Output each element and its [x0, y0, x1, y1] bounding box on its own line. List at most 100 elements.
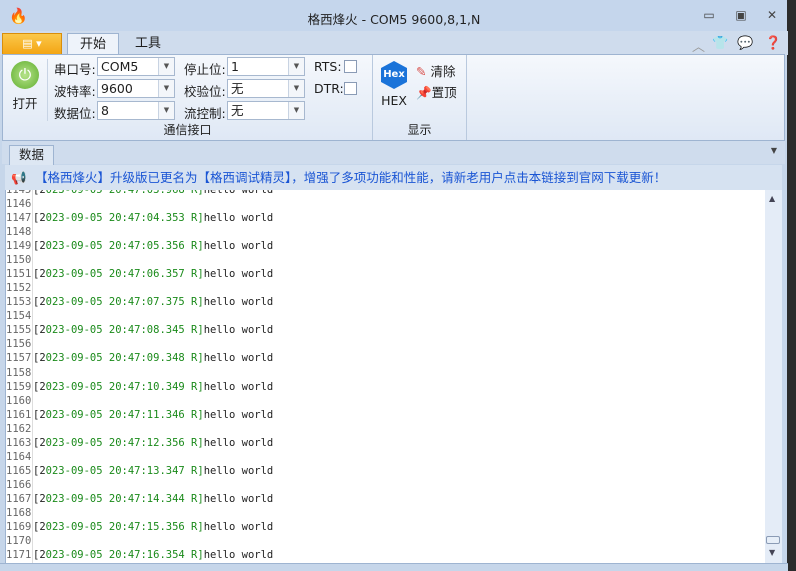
line-number: 1154 [6, 310, 32, 323]
line-number: 1169 [6, 520, 32, 533]
log-line: 1168 [6, 506, 33, 520]
window-title: 格西烽火 - COM5 9600,8,1,N [307, 12, 481, 27]
log-line: 1166 [6, 478, 33, 492]
open-label: 打开 [12, 96, 38, 111]
line-number: 1171 [6, 549, 32, 562]
dtr-checkbox[interactable] [344, 82, 357, 95]
log-timestamp: [2023-09-05 20:47:13.347 R] [33, 464, 204, 477]
log-line: 1155 [2023-09-05 20:47:08.345 R]hello wor… [6, 323, 273, 337]
line-number: 1158 [6, 366, 32, 379]
stopbits-select[interactable]: 1 ▼ [227, 57, 305, 76]
log-line: 1165 [2023-09-05 20:47:13.347 R]hello wor… [6, 464, 273, 478]
dtr-label: DTR: [314, 81, 344, 96]
hex-button[interactable]: Hex HEX [379, 61, 409, 108]
dropdown-arrow-icon[interactable]: ▼ [288, 80, 304, 97]
minimize-icon[interactable]: ▭ [701, 8, 717, 22]
scroll-down-icon[interactable]: ▼ [769, 548, 775, 557]
upgrade-notice-link[interactable]: 📢 【格西烽火】升级版已更名为【格西调试精灵】，增强了多项功能和性能，请新老用户… [5, 165, 782, 190]
log-message: hello world [203, 464, 274, 477]
port-label: 串口号: [54, 62, 96, 77]
scroll-thumb[interactable] [766, 536, 780, 544]
log-line: 1161 [2023-09-05 20:47:11.346 R]hello wor… [6, 408, 273, 422]
log-line: 1146 [6, 197, 33, 211]
clear-button[interactable]: ✎ 清除 [416, 61, 455, 80]
log-line: 1154 [6, 309, 33, 323]
display-group-label: 显示 [407, 123, 432, 137]
log-message: hello world [203, 296, 274, 309]
log-timestamp: [2023-09-05 20:47:12.356 R] [33, 436, 204, 449]
tab-start[interactable]: 开始 [67, 33, 120, 56]
log-line: 1171 [2023-09-05 20:47:16.354 R]hello wor… [6, 548, 273, 562]
help-icon[interactable]: ❓ [765, 36, 781, 51]
receive-text-area[interactable]: 1145 [2023-09-05 20:47:03.968 R]hello wor… [5, 190, 765, 563]
port-value: COM5 [101, 59, 139, 74]
ribbon-panel: ⏻ 打开 串口号: COM5 ▼ 波特率: 9600 ▼ 数据位: 8 ▼ 停止位: … [2, 54, 785, 141]
log-timestamp: [2023-09-05 20:47:15.356 R] [33, 520, 204, 533]
log-timestamp: [2023-09-05 20:47:08.345 R] [33, 324, 204, 337]
maximize-icon[interactable]: ▣ [733, 8, 749, 22]
port-select[interactable]: COM5 ▼ [97, 57, 175, 76]
databits-label: 数据位: [54, 106, 96, 121]
log-line: 1147 [2023-09-05 20:47:04.353 R]hello wor… [6, 211, 273, 225]
log-message: hello world [203, 324, 274, 337]
megaphone-icon: 📢 [11, 170, 27, 185]
pin-button[interactable]: 📌置顶 [416, 82, 457, 101]
feedback-icon[interactable]: 💬 [737, 36, 753, 51]
baud-label: 波特率: [54, 84, 96, 99]
line-number: 1160 [6, 394, 32, 407]
line-number: 1170 [6, 535, 32, 547]
close-icon[interactable]: ✕ [764, 8, 780, 22]
title-bar: 🔥 格西烽火 - COM5 9600,8,1,N ▭ ▣ ✕ [0, 0, 788, 31]
databits-select[interactable]: 8 ▼ [97, 101, 175, 120]
log-line: 1170 [6, 534, 33, 548]
hex-label: HEX [381, 93, 407, 108]
dropdown-arrow-icon[interactable]: ▼ [158, 102, 174, 119]
dropdown-arrow-icon[interactable]: ▼ [158, 80, 174, 97]
collapse-ribbon-icon[interactable]: ︿ [692, 36, 705, 55]
flow-label: 流控制: [184, 106, 226, 121]
app-menu-button[interactable]: ▤ ▾ [2, 33, 62, 55]
log-message: hello world [203, 212, 274, 225]
separator [47, 59, 48, 121]
log-line: 1167 [2023-09-05 20:47:14.344 R]hello wor… [6, 492, 273, 506]
flow-select[interactable]: 无 ▼ [227, 101, 305, 120]
log-message: hello world [203, 520, 274, 533]
rts-checkbox[interactable] [344, 60, 357, 73]
eraser-icon: ✎ [416, 64, 427, 79]
open-button[interactable]: ⏻ 打开 [7, 61, 43, 111]
log-message: hello world [203, 380, 274, 393]
log-line: 1164 [6, 450, 33, 464]
window-edge [787, 0, 796, 571]
tab-dropdown-icon[interactable]: ▼ [771, 146, 777, 155]
tab-data[interactable]: 数据 [9, 145, 55, 165]
tab-tools[interactable]: 工具 [123, 33, 173, 56]
log-timestamp: [2023-09-05 20:47:06.357 R] [33, 268, 204, 281]
hex-icon: Hex [381, 61, 407, 89]
clear-label: 清除 [430, 64, 456, 79]
log-message: hello world [203, 408, 274, 421]
line-number: 1157 [6, 352, 32, 365]
log-line: 1160 [6, 394, 33, 408]
power-icon: ⏻ [11, 61, 39, 89]
dropdown-arrow-icon[interactable]: ▼ [288, 58, 304, 75]
status-strip [0, 563, 788, 571]
log-message: hello world [203, 549, 274, 562]
line-number: 1164 [6, 450, 32, 463]
log-line: 1158 [6, 366, 33, 380]
display-group: Hex HEX ✎ 清除 📌置顶 显示 [373, 55, 467, 140]
line-number: 1167 [6, 492, 32, 505]
baud-select[interactable]: 9600 ▼ [97, 79, 175, 98]
skin-shirt-icon[interactable]: 👕 [712, 36, 728, 51]
scroll-up-icon[interactable]: ▲ [769, 194, 775, 203]
flow-value: 无 [231, 103, 244, 118]
line-number: 1156 [6, 338, 32, 351]
dropdown-arrow-icon[interactable]: ▼ [288, 102, 304, 119]
log-timestamp: [2023-09-05 20:47:10.349 R] [33, 380, 204, 393]
stopbits-label: 停止位: [184, 62, 226, 77]
line-number: 1159 [6, 380, 32, 393]
line-number: 1165 [6, 464, 32, 477]
parity-select[interactable]: 无 ▼ [227, 79, 305, 98]
notice-text[interactable]: 【格西烽火】升级版已更名为【格西调试精灵】，增强了多项功能和性能，请新老用户点击… [35, 170, 666, 185]
vertical-scrollbar[interactable]: ▲ ▼ [765, 190, 782, 563]
dropdown-arrow-icon[interactable]: ▼ [158, 58, 174, 75]
